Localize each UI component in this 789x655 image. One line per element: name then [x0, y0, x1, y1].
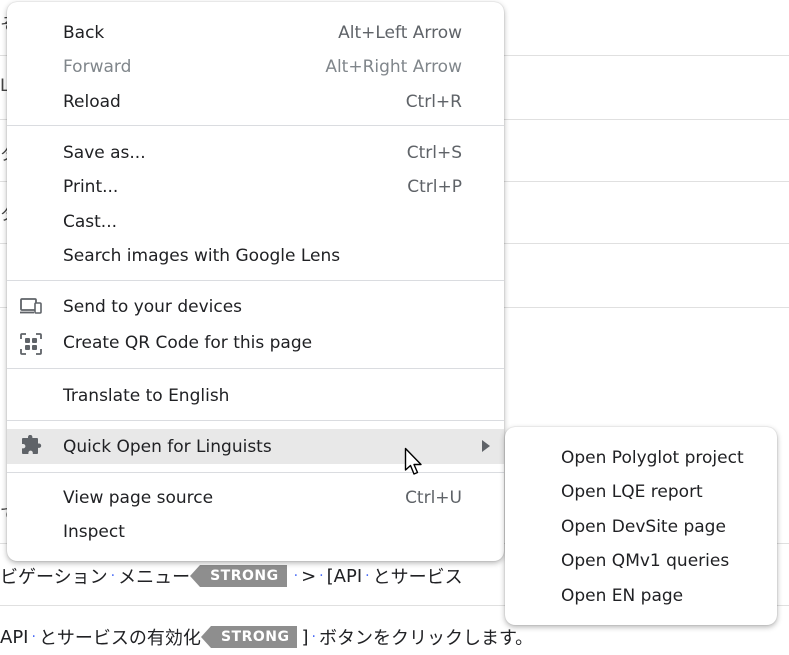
menu-item-label: Print...: [63, 177, 119, 197]
menu-item-reload[interactable]: Reload Ctrl+R: [7, 85, 504, 119]
space-dot: ·: [365, 568, 370, 584]
puzzle-extension-icon: [19, 434, 43, 457]
menu-item-label: Inspect: [63, 522, 125, 542]
line-text: とサービスの有効化: [38, 628, 201, 649]
instruction-line-1: ビゲーション · メニュー STRONG · > · [API · とサービス: [0, 563, 463, 589]
menu-item-label: Back: [63, 23, 105, 43]
menu-item-search-images-google-lens[interactable]: Search images with Google Lens: [7, 239, 504, 273]
menu-item-label: Quick Open for Linguists: [63, 436, 272, 457]
strong-tag: STRONG: [200, 626, 298, 648]
submenu-item-open-qmv1[interactable]: Open QMv1 queries: [561, 544, 729, 578]
devices-icon: [19, 296, 43, 318]
submenu-item-label: Open QMv1 queries: [561, 551, 730, 571]
submenu-item-label: Open DevSite page: [561, 517, 726, 537]
instruction-line-2: API · とサービスの有効化 STRONG ] · ボタンをクリックします。: [0, 624, 533, 650]
menu-item-shortcut: Ctrl+U: [405, 488, 462, 508]
menu-item-shortcut: Alt+Right Arrow: [325, 57, 462, 77]
menu-item-print[interactable]: Print... Ctrl+P: [7, 170, 504, 204]
line-text: ボタンをクリックします。: [318, 628, 534, 649]
context-menu: Back Alt+Left Arrow Forward Alt+Right Ar…: [7, 2, 504, 561]
menu-separator: [7, 280, 504, 281]
menu-separator: [7, 472, 504, 473]
menu-item-label: Search images with Google Lens: [63, 246, 341, 266]
line-text: >: [301, 565, 317, 587]
submenu-arrow-icon: [482, 440, 490, 452]
menu-item-label: Save as...: [63, 143, 146, 163]
qr-code-icon: [19, 332, 43, 355]
submenu-item-label: Open LQE report: [561, 482, 703, 502]
menu-item-label: Cast...: [63, 212, 118, 232]
menu-item-shortcut: Ctrl+S: [406, 143, 462, 163]
submenu-item-open-en-page[interactable]: Open EN page: [561, 579, 683, 613]
menu-item-create-qr-code[interactable]: Create QR Code for this page: [7, 326, 504, 360]
menu-item-label: Reload: [63, 92, 121, 112]
menu-item-inspect[interactable]: Inspect: [7, 515, 504, 549]
menu-item-label: Forward: [63, 57, 132, 77]
menu-item-translate[interactable]: Translate to English: [7, 379, 504, 413]
menu-item-shortcut: Ctrl+P: [407, 177, 462, 197]
mouse-cursor-icon: [404, 447, 426, 477]
menu-item-view-page-source[interactable]: View page source Ctrl+U: [7, 481, 504, 515]
submenu-item-open-lqe[interactable]: Open LQE report: [561, 475, 703, 509]
space-dot: ·: [293, 568, 299, 584]
strong-tag: STRONG: [190, 565, 287, 587]
submenu-item-label: Open Polyglot project: [561, 448, 744, 468]
menu-item-cast[interactable]: Cast...: [7, 205, 504, 239]
menu-item-forward[interactable]: Forward Alt+Right Arrow: [7, 50, 504, 84]
menu-separator: [7, 125, 504, 126]
menu-item-back[interactable]: Back Alt+Left Arrow: [7, 16, 504, 50]
line-text: メニュー: [118, 567, 191, 588]
menu-item-label: Translate to English: [63, 386, 230, 406]
space-dot: ·: [311, 629, 316, 645]
submenu-item-open-polyglot[interactable]: Open Polyglot project: [561, 441, 744, 475]
space-dot: ·: [319, 568, 324, 584]
menu-item-quick-open-linguists[interactable]: Quick Open for Linguists: [7, 429, 504, 464]
menu-item-send-to-devices[interactable]: Send to your devices: [7, 290, 504, 324]
submenu-item-label: Open EN page: [561, 586, 684, 606]
menu-item-shortcut: Alt+Left Arrow: [338, 23, 462, 43]
menu-separator: [7, 420, 504, 421]
menu-item-save-as[interactable]: Save as... Ctrl+S: [7, 136, 504, 170]
space-dot: ·: [110, 568, 116, 584]
line-text: とサービス: [372, 567, 463, 588]
menu-item-label: Create QR Code for this page: [63, 333, 313, 353]
line-text: ビゲーション: [0, 567, 108, 588]
submenu-item-open-devsite[interactable]: Open DevSite page: [561, 510, 726, 544]
line-text: ]: [301, 626, 309, 648]
space-dot: ·: [31, 629, 36, 645]
menu-separator: [7, 368, 504, 369]
quick-open-submenu: Open Polyglot project Open LQE report Op…: [505, 427, 777, 625]
menu-item-label: Send to your devices: [63, 297, 243, 317]
menu-item-shortcut: Ctrl+R: [405, 92, 462, 112]
line-text: API: [0, 626, 29, 648]
line-text: [API: [326, 565, 363, 587]
menu-item-label: View page source: [63, 488, 214, 508]
